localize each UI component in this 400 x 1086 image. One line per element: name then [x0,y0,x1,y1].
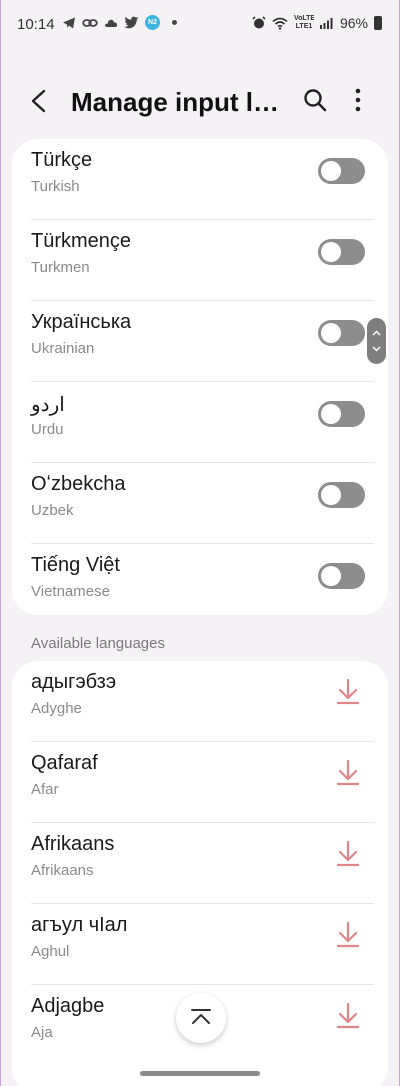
download-icon[interactable] [335,1001,361,1031]
fast-scroll-handle[interactable] [367,318,386,364]
app-header: Manage input languages [0,75,400,125]
battery-icon [374,16,382,30]
scroll-to-top-icon [191,1009,211,1024]
twitter-icon [124,16,139,29]
language-row-ukrainian[interactable]: Українська Ukrainian [12,301,388,382]
search-icon[interactable] [302,87,328,113]
telegram-icon [63,17,75,28]
chevron-up-icon [372,330,381,336]
status-bar: 10:14 N2 VoLTE LTE1 96% [0,0,400,50]
language-row-uzbek[interactable]: Oʻzbekcha Uzbek [12,463,388,544]
link-icon [82,18,98,27]
language-name: Oʻzbekcha [31,473,126,495]
alarm-icon [252,16,266,29]
language-toggle[interactable] [318,401,365,427]
dot-icon [172,20,177,25]
language-name: Afrikaans [31,833,115,855]
language-english-name: Vietnamese [31,583,110,600]
language-english-name: Afar [31,781,59,798]
battery-percent: 96% [339,15,368,31]
back-icon[interactable] [24,86,54,116]
language-row-vietnamese[interactable]: Tiếng Việt Vietnamese [12,544,388,615]
language-english-name: Urdu [31,421,64,438]
signal-icon [319,18,333,29]
toggle-knob [321,404,341,424]
wifi-icon [272,17,288,30]
language-toggle[interactable] [318,158,365,184]
page-title: Manage input languages [71,87,291,117]
available-languages-header: Available languages [31,635,165,652]
language-name: Qafaraf [31,752,98,774]
language-name: агъул чӀал [31,914,128,936]
toggle-knob [321,485,341,505]
installed-languages-card: Türkçe Turkish Türkmençe Turkmen Українс… [12,139,388,615]
language-name: Українська [31,311,132,333]
toggle-knob [321,566,341,586]
available-row-afar[interactable]: Qafaraf Afar [12,742,388,823]
volte-label: VoLTE LTE1 [293,15,314,30]
language-toggle[interactable] [318,320,365,346]
available-row-afrikaans[interactable]: Afrikaans Afrikaans [12,823,388,904]
chevron-down-icon [372,346,381,352]
system-icons: VoLTE LTE1 96% [252,15,382,31]
download-icon[interactable] [335,677,361,707]
language-name: Tiếng Việt [31,554,120,576]
language-english-name: Turkmen [31,259,90,276]
language-name: адыгэбзэ [31,671,117,693]
app-badge-icon: N2 [145,15,160,30]
language-english-name: Aghul [31,943,70,960]
available-row-adyghe[interactable]: адыгэбзэ Adyghe [12,661,388,742]
language-row-urdu[interactable]: اردو Urdu [12,382,388,463]
available-row-aghul[interactable]: агъул чӀал Aghul [12,904,388,985]
toggle-knob [321,242,341,262]
language-english-name: Aja [31,1024,53,1041]
language-toggle[interactable] [318,239,365,265]
download-icon[interactable] [335,758,361,788]
cloud-icon [105,19,118,27]
download-icon[interactable] [335,839,361,869]
language-row-turkish[interactable]: Türkçe Turkish [12,139,388,220]
status-time: 10:14 [17,16,55,33]
more-options-icon[interactable] [348,87,368,113]
language-name: Türkmençe [31,230,132,252]
language-row-turkmen[interactable]: Türkmençe Turkmen [12,220,388,301]
language-name: Adjagbe [31,995,105,1017]
language-english-name: Ukrainian [31,340,95,357]
language-name: اردو [31,394,65,416]
toggle-knob [321,323,341,343]
language-english-name: Turkish [31,178,80,195]
language-toggle[interactable] [318,563,365,589]
language-name: Türkçe [31,149,93,171]
home-indicator[interactable] [140,1071,260,1076]
toggle-knob [321,161,341,181]
language-english-name: Adyghe [31,700,82,717]
notification-icons: N2 [62,15,177,30]
language-english-name: Uzbek [31,502,74,519]
download-icon[interactable] [335,920,361,950]
language-english-name: Afrikaans [31,862,94,879]
scroll-to-top-button[interactable] [176,993,226,1043]
language-toggle[interactable] [318,482,365,508]
